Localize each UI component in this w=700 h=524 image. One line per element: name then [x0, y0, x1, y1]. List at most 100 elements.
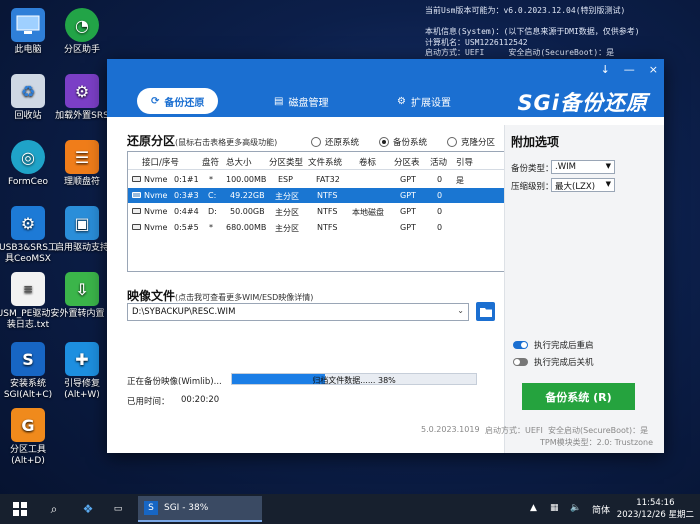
taskbar-app-sgi[interactable]: S SGI - 38% [138, 496, 262, 522]
tpm-text: TPM模块类型：2.0: Trustzone [540, 438, 654, 447]
taskbar-app-label: SGI - 38% [164, 503, 209, 513]
formceo-icon: ◎ [11, 140, 45, 174]
compression-select[interactable]: 最大(LZX) ▼ [551, 178, 615, 192]
desktop-icon-external-to-internal[interactable]: ⇩ 外置转内置 [50, 272, 114, 320]
tray-volume-icon[interactable]: 🔈 [570, 503, 581, 513]
partition-title: 还原分区 [127, 134, 176, 148]
compression-value: 最大(LZX) [555, 182, 596, 192]
cell-drive: D: [208, 207, 217, 216]
reboot-toggle-row[interactable]: 执行完成后重启 [513, 339, 594, 351]
column-header: 分区类型 [269, 158, 304, 168]
partition-tool-icon: G [11, 408, 45, 442]
taskbar: ⌕ ❖ ▭ S SGI - 38% ▲ ▦ 🔈 简体 11:54:16 2023… [0, 494, 700, 524]
tab-disk-manage[interactable]: ▤ 磁盘管理 [274, 88, 328, 114]
progress-bar: 归档文件数据...... 38% [231, 373, 477, 385]
desktop-icon-driver-support[interactable]: ▣ 启用驱动支持 [50, 206, 114, 254]
start-button[interactable] [12, 501, 28, 517]
disk-icon [132, 192, 141, 198]
cell-active: 0 [437, 191, 443, 200]
terminal-icon[interactable]: ▭ [110, 501, 126, 517]
windows-icon [13, 502, 27, 516]
image-path-select[interactable]: D:\SYBACKUP\RESC.WIM ⌄ [127, 303, 469, 321]
driver-support-icon: ▣ [65, 206, 99, 240]
browse-folder-button[interactable] [476, 302, 495, 321]
cell-size: 50.00GB [230, 207, 265, 216]
cell-fs: NTFS [317, 207, 338, 216]
image-file-section-title[interactable]: 映像文件(点击我可查看更多WIM/ESD映像详情) [127, 287, 313, 304]
desktop-icon-boot-repair[interactable]: ✚ 引导修复(Alt+W) [50, 342, 114, 401]
desktop-icon-label: 理顺盘符 [63, 177, 100, 187]
radio-dot [447, 137, 457, 147]
taskbar-clock[interactable]: 11:54:16 2023/12/26 星期二 [617, 497, 694, 521]
version-text: 5.0.2023.1019 [421, 425, 480, 434]
tab-extended-settings[interactable]: ⚙ 扩展设置 [397, 88, 451, 114]
boot-mode-text: 启动方式：UEFI [485, 426, 543, 435]
tray-network-icon[interactable]: ▦ [550, 503, 559, 513]
column-header: 总大小 [226, 158, 252, 168]
desktop-icon-load-srs[interactable]: ⚙ 加载外置SRS [50, 74, 114, 122]
partition-assistant-icon: ◔ [65, 8, 99, 42]
cell-size: 49.22GB [230, 191, 265, 200]
reboot-toggle[interactable] [513, 341, 528, 349]
cell-active: 0 [437, 207, 443, 216]
usb-tool-icon: ⚙ [11, 206, 45, 240]
boot-repair-icon: ✚ [65, 342, 99, 376]
desktop-icon-label: 引导修复(Alt+W) [63, 379, 100, 400]
image-path-value: D:\SYBACKUP\RESC.WIM [132, 307, 236, 317]
column-header: 文件系统 [308, 158, 343, 168]
column-header: 卷标 [359, 158, 377, 168]
desktop-icon-partition-tool[interactable]: G 分区工具(Alt+D) [0, 408, 60, 467]
tab-backup-restore[interactable]: ⟳ 备份还原 [137, 88, 219, 114]
sgi-app-icon: S [144, 501, 158, 515]
ime-indicator[interactable]: 简体 [592, 503, 610, 516]
cell-drive: * [209, 175, 213, 184]
minimize-button[interactable]: — [624, 63, 635, 76]
cell-index: 0:3#3 [174, 191, 199, 200]
options-panel: 附加选项 备份类型： .WIM ▼ 压缩级别： 最大(LZX) ▼ 执行完成后重… [504, 125, 664, 453]
desktop-icon-drive-letter[interactable]: ☰ 理顺盘符 [50, 140, 114, 188]
radio-clone-partition[interactable]: 克隆分区 [447, 136, 495, 148]
cell-size: 100.00MB [226, 175, 267, 184]
chevron-down-icon: ▼ [605, 180, 611, 188]
external-to-internal-icon: ⇩ [65, 272, 99, 306]
desktop-icon-partition-assistant[interactable]: ◔ 分区助手 [50, 8, 114, 56]
cell-table: GPT [400, 191, 416, 200]
radio-backup-system[interactable]: 备份系统 [379, 136, 427, 148]
cell-index: 0:1#1 [174, 175, 199, 184]
tab-label: 扩展设置 [410, 97, 451, 109]
secure-boot-text: 安全启动(SecureBoot)：是 [548, 426, 649, 435]
backup-system-button[interactable]: 备份系统 (R) [522, 383, 635, 410]
pin-button[interactable]: ↓ [601, 63, 610, 76]
options-title: 附加选项 [511, 135, 560, 149]
cell-ptype: 主分区 [275, 208, 299, 217]
close-button[interactable]: × [649, 63, 658, 76]
search-icon[interactable]: ⌕ [46, 501, 62, 517]
radio-restore-system[interactable]: 还原系统 [311, 136, 359, 148]
chevron-down-icon: ⌄ [457, 306, 464, 315]
shutdown-toggle[interactable] [513, 358, 528, 366]
cell-iface: Nvme [144, 191, 168, 200]
column-header: 接口/序号 [142, 158, 179, 168]
cell-iface: Nvme [144, 223, 168, 232]
drive-letter-icon: ☰ [65, 140, 99, 174]
shutdown-toggle-row[interactable]: 执行完成后关机 [513, 356, 594, 368]
sgi-backup-window: ↓ — × ⟳ 备份还原 ▤ 磁盘管理 ⚙ 扩展设置 SGi备份还原 还原分区(… [107, 59, 664, 453]
elapsed-label: 已用时间： [127, 397, 170, 407]
cell-table: GPT [400, 223, 416, 232]
cell-label: 本地磁盘 [352, 208, 384, 217]
text-file-icon: ≡ [11, 272, 45, 306]
cell-ptype: 主分区 [275, 192, 299, 201]
pinned-app-icon[interactable]: ❖ [80, 501, 96, 517]
cell-table: GPT [400, 175, 416, 184]
cell-index: 0:4#4 [174, 207, 199, 216]
radio-label: 备份系统 [393, 138, 428, 148]
recycle-bin-icon: ♻ [11, 74, 45, 108]
tray-color-icon[interactable]: ▲ [530, 503, 537, 513]
shutdown-label: 执行完成后关机 [534, 358, 594, 368]
backup-type-select[interactable]: .WIM ▼ [551, 160, 615, 174]
elapsed-value: 00:20:20 [181, 395, 220, 405]
progress-text: 归档文件数据...... 38% [312, 376, 396, 385]
column-header: 盘符 [202, 158, 220, 168]
gear-icon: ⚙ [397, 95, 406, 107]
image-file-hint: (点击我可查看更多WIM/ESD映像详情) [175, 293, 314, 302]
